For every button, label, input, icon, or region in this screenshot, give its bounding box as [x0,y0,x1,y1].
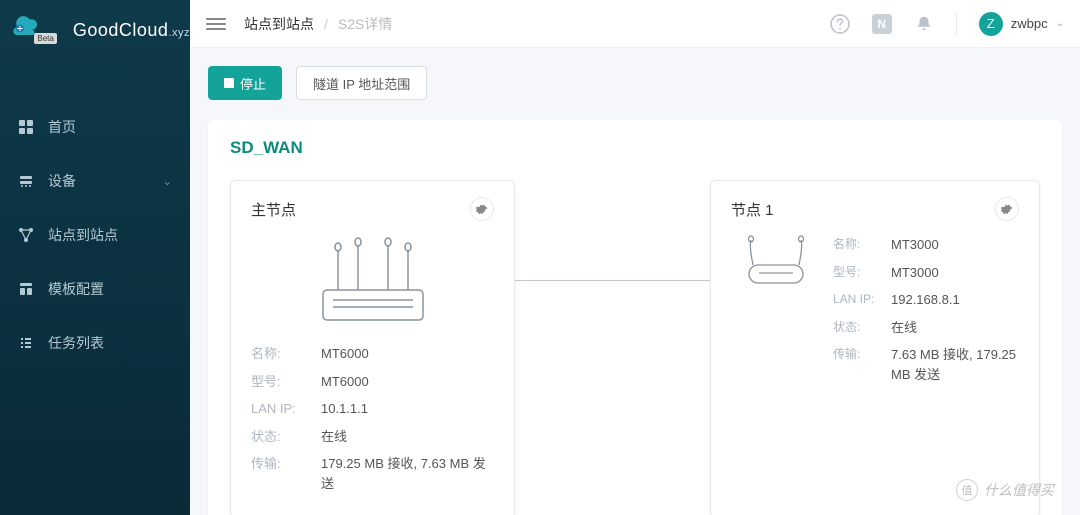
brand-name: GoodCloud.xyz [73,20,190,41]
node-model: MT6000 [321,372,369,392]
breadcrumb-sep: / [324,16,328,32]
label-name: 名称: [833,235,891,255]
label-status: 状态: [833,318,891,338]
chevron-down-icon: ⌄ [163,175,172,188]
label-transfer: 传输: [833,345,891,384]
user-menu[interactable]: Z zwbpc ⌄ [979,12,1064,36]
bell-icon[interactable] [914,14,934,34]
nav-s2s-label: 站点到站点 [48,225,118,245]
breadcrumb: 站点到站点 / S2S详情 [244,14,392,34]
nodes-wrap: 主节点 [230,180,1040,515]
label-model: 型号: [251,372,321,392]
topbar-right: N Z zwbpc ⌄ [830,12,1064,36]
router-image [731,235,821,290]
node-transfer: 179.25 MB 接收, 7.63 MB 发送 [321,454,494,493]
tunnel-range-label: 隧道 IP 地址范围 [313,74,410,93]
n-badge-icon[interactable]: N [872,14,892,34]
nav-devices[interactable]: 设备 ⌄ [0,154,190,208]
content: 停止 隧道 IP 地址范围 SD_WAN 主节点 [190,48,1080,515]
chevron-down-icon: ⌄ [1056,18,1064,29]
topbar: 站点到站点 / S2S详情 N Z zwbpc ⌄ [190,0,1080,48]
dashboard-icon [18,119,34,135]
main: 站点到站点 / S2S详情 N Z zwbpc ⌄ 停止 [190,0,1080,515]
help-icon[interactable] [830,14,850,34]
nav-site-to-site[interactable]: 站点到站点 [0,208,190,262]
router-image [298,235,448,330]
menu-toggle[interactable] [206,18,226,30]
avatar: Z [979,12,1003,36]
stop-icon [224,78,234,88]
logo[interactable]: Beta GoodCloud.xyz [0,0,190,60]
gear-icon [1001,203,1013,215]
node-lanip: 192.168.8.1 [891,290,960,310]
gear-icon [476,203,488,215]
site-to-site-icon [18,227,34,243]
tasks-icon [18,335,34,351]
template-icon [18,281,34,297]
nav-devices-label: 设备 [48,171,76,191]
panel-title: SD_WAN [230,138,1040,158]
label-status: 状态: [251,427,321,447]
node-settings-button[interactable] [470,197,494,221]
node-model: MT3000 [891,263,939,283]
connection-line [515,280,710,281]
sidebar: Beta GoodCloud.xyz 首页 设备 ⌄ 站点到站点 模板配置 [0,0,190,515]
node-transfer: 7.63 MB 接收, 179.25 MB 发送 [891,345,1019,384]
label-transfer: 传输: [251,454,321,493]
nav-tasks-label: 任务列表 [48,333,104,353]
action-bar: 停止 隧道 IP 地址范围 [208,66,1062,100]
stop-label: 停止 [240,74,266,93]
devices-icon [18,173,34,189]
node-status: 在线 [321,427,347,447]
nav-template-label: 模板配置 [48,279,104,299]
breadcrumb-leaf: S2S详情 [338,14,392,34]
breadcrumb-root[interactable]: 站点到站点 [244,14,314,34]
tunnel-ip-range-button[interactable]: 隧道 IP 地址范围 [296,66,427,100]
stop-button[interactable]: 停止 [208,66,282,100]
node-name: MT6000 [321,344,369,364]
beta-badge: Beta [34,33,56,44]
node-card-1: 节点 1 [710,180,1040,515]
node-name: MT3000 [891,235,939,255]
nav-home-label: 首页 [48,117,76,137]
nav-home[interactable]: 首页 [0,100,190,154]
label-lanip: LAN IP: [251,399,321,419]
node-settings-button[interactable] [995,197,1019,221]
node-status: 在线 [891,318,917,338]
node-card-main: 主节点 [230,180,515,515]
sdwan-panel: SD_WAN 主节点 [208,120,1062,515]
node-title: 节点 1 [731,199,774,220]
nav-template[interactable]: 模板配置 [0,262,190,316]
node-title: 主节点 [251,199,296,220]
nav-tasks[interactable]: 任务列表 [0,316,190,370]
label-name: 名称: [251,344,321,364]
label-model: 型号: [833,263,891,283]
label-lanip: LAN IP: [833,290,891,310]
nav: 首页 设备 ⌄ 站点到站点 模板配置 任务列表 [0,60,190,370]
username: zwbpc [1011,16,1048,31]
node-lanip: 10.1.1.1 [321,399,368,419]
